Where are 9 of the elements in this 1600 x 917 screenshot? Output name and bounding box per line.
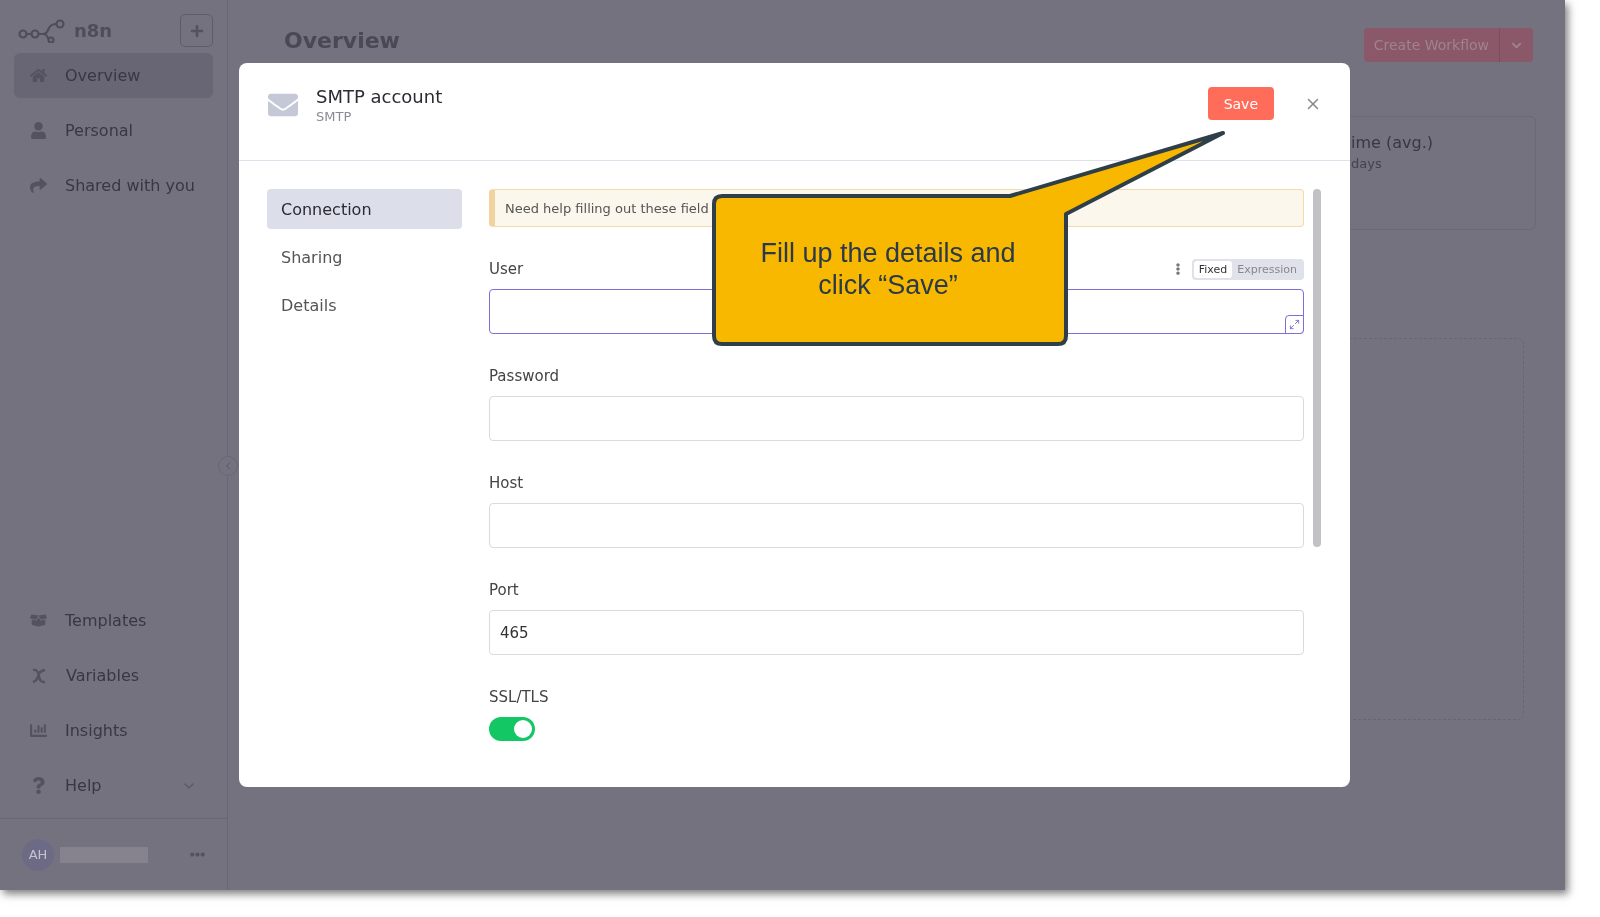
field-label: Host bbox=[489, 474, 524, 492]
dialog-title: SMTP account bbox=[316, 85, 444, 107]
field-label: User bbox=[489, 260, 524, 278]
field-label: Port bbox=[489, 581, 519, 599]
stat-title: ime (avg.) bbox=[1351, 133, 1434, 152]
callout-text: Fill up the details and click “Save” bbox=[759, 236, 1017, 302]
field-label: SSL/TLS bbox=[489, 688, 549, 706]
field-label: Password bbox=[489, 367, 560, 385]
dialog-subtitle: SMTP bbox=[316, 108, 353, 124]
